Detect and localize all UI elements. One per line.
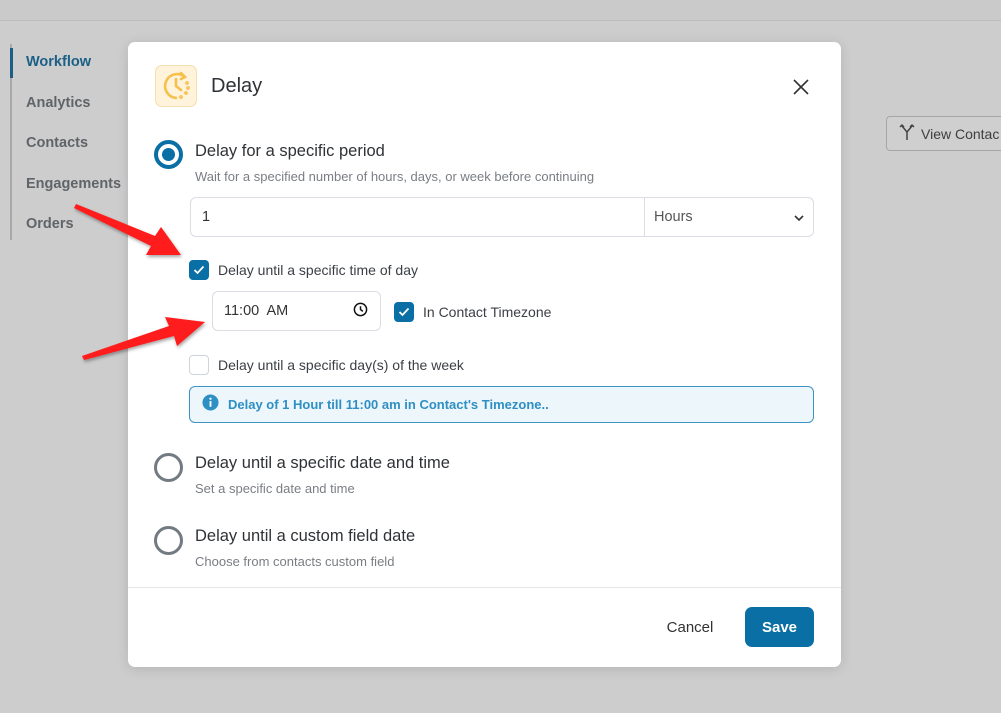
nav-item-analytics[interactable]: Analytics [26,95,90,111]
info-banner: Delay of 1 Hour till 11:00 am in Contact… [189,386,814,423]
footer-divider [128,587,841,588]
close-icon[interactable] [791,77,811,97]
option-title-specific-period: Delay for a specific period [195,142,385,160]
option-subtitle-custom-field-date: Choose from contacts custom field [195,554,395,569]
time-of-day-label: Delay until a specific time of day [218,262,418,278]
period-unit-select[interactable]: Hours [644,198,813,236]
period-unit-value: Hours [654,209,693,225]
active-indicator [10,48,13,78]
checkbox-contact-timezone[interactable] [394,302,414,322]
save-button[interactable]: Save [745,607,814,647]
view-contacts-button[interactable]: View Contac [886,116,1001,151]
option-subtitle-specific-period: Wait for a specified number of hours, da… [195,169,595,184]
cancel-button[interactable]: Cancel [650,607,730,647]
nav-item-contacts[interactable]: Contacts [26,135,88,151]
period-row: Hours [190,197,814,237]
clock-icon[interactable] [353,302,368,321]
nav-item-workflow[interactable]: Workflow [26,54,91,70]
radio-custom-field-date[interactable] [154,526,183,555]
radio-specific-date-time[interactable] [154,453,183,482]
period-value-input[interactable] [191,198,644,236]
view-contacts-label: View Contac [921,125,1000,142]
time-value: 11:00 AM [224,303,289,319]
split-arrows-icon [899,123,915,144]
checkbox-days-of-week[interactable] [189,355,209,375]
top-bar [0,0,1001,21]
clock-delay-icon [155,65,197,107]
chevron-down-icon [794,209,804,225]
option-title-specific-date-time: Delay until a specific date and time [195,454,450,472]
time-input[interactable]: 11:00 AM [212,291,381,331]
option-title-custom-field-date: Delay until a custom field date [195,527,416,545]
info-text: Delay of 1 Hour till 11:00 am in Contact… [228,397,549,412]
nav-item-orders[interactable]: Orders [26,216,74,232]
delay-modal: Delay Delay for a specific period Wait f… [128,42,841,667]
info-icon [202,393,219,416]
nav-item-engagements[interactable]: Engagements [26,176,121,192]
checkbox-time-of-day[interactable] [189,260,209,280]
radio-specific-period[interactable] [154,140,183,169]
days-of-week-label: Delay until a specific day(s) of the wee… [218,357,464,373]
option-subtitle-specific-date-time: Set a specific date and time [195,481,355,496]
modal-title: Delay [211,75,263,97]
contact-timezone-label: In Contact Timezone [423,304,552,320]
side-navigation: Workflow Analytics Contacts Engagements … [10,44,130,240]
